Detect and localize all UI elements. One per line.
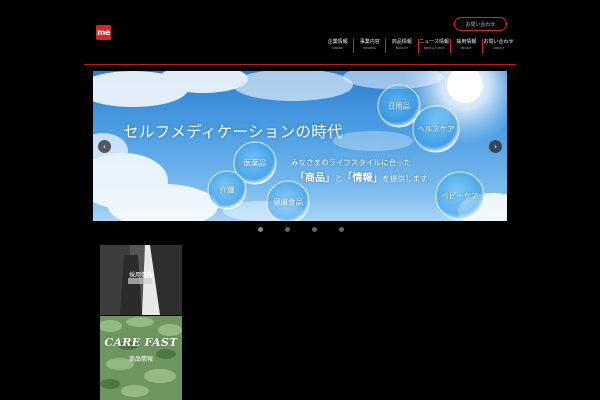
bubble-daily-goods: 日用品: [387, 101, 411, 111]
slider-prev-arrow-icon[interactable]: ‹: [98, 140, 111, 153]
header-divider: [84, 64, 516, 65]
nav-item-company[interactable]: 企業情報 COMPANY: [322, 39, 355, 53]
bubble-medicine: 医薬品: [243, 158, 267, 168]
bubble-baby-care: ベビーケア: [441, 191, 479, 201]
hero-subtitle: みなさまのライフスタイルに合った: [291, 158, 411, 167]
hero-conjunction: と: [335, 174, 343, 183]
global-nav: 企業情報 COMPANY 事業内容 BUSINESS 商品情報 PRODUCT …: [322, 38, 514, 58]
recruit-banner[interactable]: 採用情報: [100, 245, 182, 315]
logo-text: me: [97, 27, 110, 37]
page: me お問い合わせ 企業情報 COMPANY 事業内容 BUSINESS 商品情…: [0, 0, 600, 400]
company-logo[interactable]: me: [96, 25, 111, 40]
recruit-banner-label: 採用情報: [128, 272, 153, 279]
contact-button[interactable]: お問い合わせ: [454, 17, 507, 31]
nav-item-label: 採用情報: [456, 39, 477, 45]
nav-item-label: 企業情報: [327, 39, 348, 45]
slider-dots: [255, 227, 345, 233]
carefast-banner[interactable]: CARE FAST 商品情報: [100, 316, 182, 400]
hero-tagline: 「商品」と「情報」を提供します: [295, 169, 428, 184]
hero-slide[interactable]: セルフメディケーションの時代 みなさまのライフスタイルに合った 「商品」と「情報…: [93, 71, 507, 221]
nav-item-sublabel: COMPANY: [331, 47, 344, 50]
slider-next-arrow-icon[interactable]: ›: [489, 140, 502, 153]
nav-item-product[interactable]: 商品情報 PRODUCT: [386, 39, 419, 53]
hero-product-word: 「商品」: [295, 173, 335, 184]
nav-item-sublabel: RECRUIT: [460, 47, 472, 50]
slider-dot[interactable]: [285, 227, 290, 232]
bubble-health-food: 健康食品: [273, 197, 303, 207]
bubble-care: 介護: [219, 185, 235, 195]
nav-item-business[interactable]: 事業内容 BUSINESS: [354, 39, 387, 53]
slider-dot[interactable]: [258, 227, 263, 232]
nav-item-label: お問い合わせ: [483, 39, 514, 45]
bubble-healthcare: ヘルスケア: [417, 124, 455, 134]
slider-dot[interactable]: [339, 227, 344, 232]
hero-subtitle-end: を提供します: [382, 174, 428, 183]
nav-item-sublabel: PRODUCT: [395, 47, 409, 50]
nav-item-label: 事業内容: [359, 39, 380, 45]
hero-title: セルフメディケーションの時代: [123, 123, 343, 141]
nav-item-label: 商品情報: [391, 39, 412, 45]
nav-item-news[interactable]: ニュース情報 NEWS & TOPICS: [419, 39, 451, 53]
nav-item-recruit[interactable]: 採用情報 RECRUIT: [451, 39, 483, 53]
nav-item-sublabel: NEWS & TOPICS: [424, 47, 445, 50]
nav-item-contact[interactable]: お問い合わせ CONTACT: [483, 39, 514, 53]
hero-info-word: 「情報」: [342, 173, 383, 184]
nav-item-sublabel: BUSINESS: [363, 47, 377, 50]
carefast-logo: CARE FAST: [104, 336, 178, 349]
carefast-banner-label: 商品情報: [128, 356, 153, 363]
slider-dot[interactable]: [312, 227, 317, 232]
business-people-photo: [100, 245, 182, 315]
nav-item-sublabel: CONTACT: [492, 47, 505, 50]
nav-item-label: ニュース情報: [419, 39, 449, 45]
